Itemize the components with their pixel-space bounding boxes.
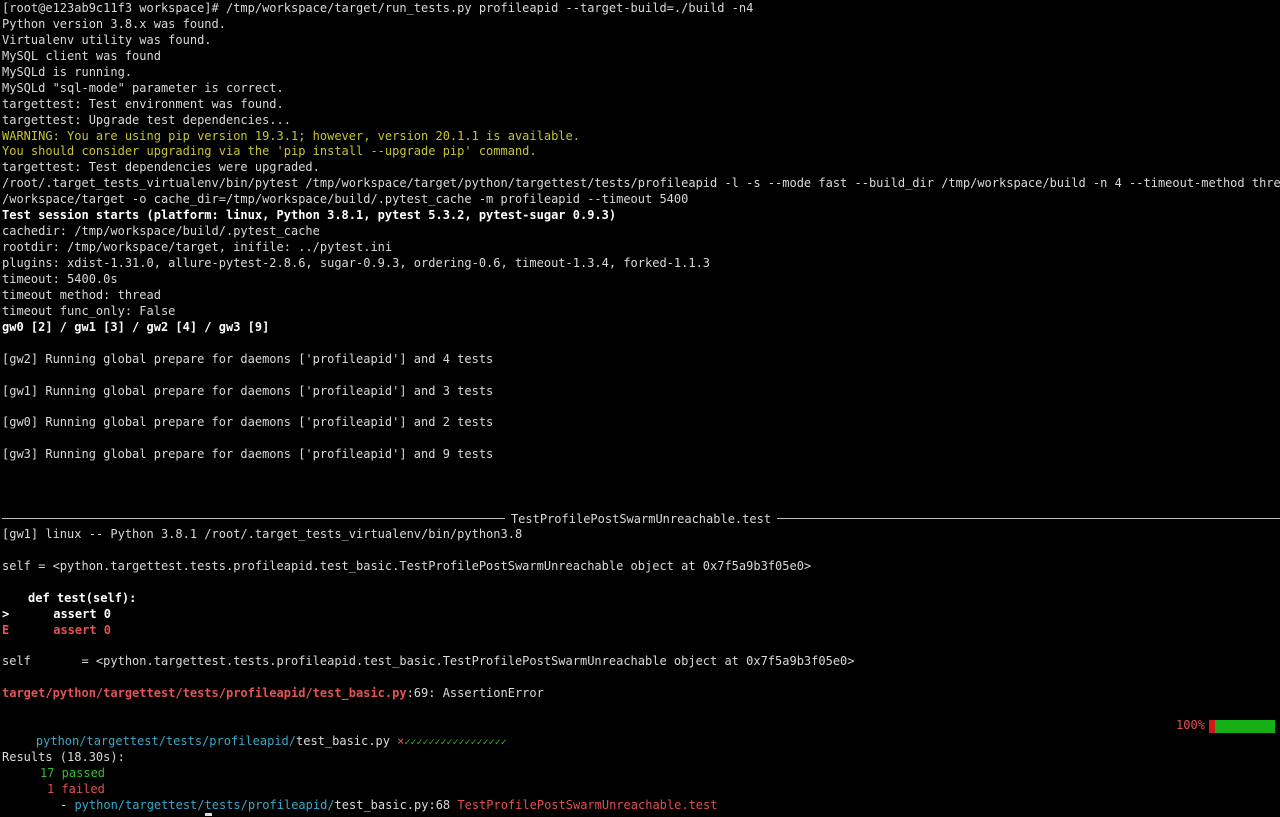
session-info: cachedir: /tmp/workspace/build/.pytest_c… xyxy=(2,224,320,239)
assert-error: assert 0 xyxy=(53,622,112,637)
session-info: timeout: 5400.0s xyxy=(2,271,118,286)
progress-row: python/targettest/tests/profileapid/test… xyxy=(2,718,1280,748)
pytest-command-line-2: /workspace/target -o cache_dir=/tmp/work… xyxy=(2,192,689,207)
progress-bar-pass-segment xyxy=(1215,720,1275,734)
check-line: Virtualenv utility was found. xyxy=(2,32,212,47)
error-location-line: target/python/targettest/tests/profileap… xyxy=(2,686,1280,702)
session-start: Test session starts (platform: linux, Py… xyxy=(2,208,617,223)
check-line: MySQLd is running. xyxy=(2,64,133,79)
prepare-line: [gw3] Running global prepare for daemons… xyxy=(2,447,494,462)
error-location: target/python/targettest/tests/profileap… xyxy=(2,686,407,701)
terminal-window[interactable]: [root@e123ab9c11f3 workspace]# /tmp/work… xyxy=(0,0,1280,817)
session-info: timeout func_only: False xyxy=(2,303,176,318)
prepare-line: [gw1] Running global prepare for daemons… xyxy=(2,383,494,398)
check-line: MySQL client was found xyxy=(2,48,161,63)
failed-item: - python/targettest/tests/profileapid/te… xyxy=(2,798,1280,814)
session-info: timeout method: thread xyxy=(2,287,161,302)
failed-item-file: test_basic.py:68 xyxy=(334,797,451,812)
check-line: Python version 3.8.x was found. xyxy=(2,16,226,31)
prepare-line: [gw0] Running global prepare for daemons… xyxy=(2,415,494,430)
current-line: > assert 0 xyxy=(2,607,1280,623)
error-suffix: :69: AssertionError xyxy=(406,686,544,701)
self-repr: self = <python.targettest.tests.profilea… xyxy=(2,558,812,573)
session-info: plugins: xdist-1.31.0, allure-pytest-2.8… xyxy=(2,256,711,270)
prepare-line: [gw2] Running global prepare for daemons… xyxy=(2,351,494,366)
error-line: Eassert 0 xyxy=(2,623,1280,639)
progress-pass-marks: ✓✓✓✓✓✓✓✓✓✓✓✓✓✓✓✓✓ xyxy=(404,737,507,749)
failed-count: 1 failed xyxy=(47,781,105,796)
pip-warning: WARNING: You are using pip version 19.3.… xyxy=(2,128,580,143)
separator-rule-right xyxy=(777,518,1280,520)
locals-self: self = <python.targettest.tests.profilea… xyxy=(2,654,855,669)
failed-item-dash: - xyxy=(60,797,75,812)
progress-path: python/targettest/tests/profileapid/ xyxy=(35,734,296,749)
passed-count: 17 passed xyxy=(40,766,106,780)
failed-item-path: python/targettest/tests/profileapid/ xyxy=(74,797,335,812)
pytest-command-line-1: /root/.target_tests_virtualenv/bin/pytes… xyxy=(2,176,1280,191)
failure-header: TestProfilePostSwarmUnreachable.test xyxy=(510,511,772,526)
progress-bar xyxy=(1209,720,1275,734)
failure-separator: TestProfilePostSwarmUnreachable.test xyxy=(2,511,1280,527)
workers-line: gw0 [2] / gw1 [3] / gw2 [4] / gw3 [9] xyxy=(2,319,270,334)
progress-file: test_basic.py xyxy=(296,734,390,749)
progress-percent: 100% xyxy=(1176,718,1205,733)
results-header: Results (18.30s): xyxy=(2,750,125,765)
separator-rule-left xyxy=(2,518,505,520)
def-line: def test(self): xyxy=(28,590,137,605)
deps-upgraded: targettest: Test dependencies were upgra… xyxy=(2,160,320,175)
command-prompt: [root@e123ab9c11f3 workspace]# /tmp/work… xyxy=(2,1,754,15)
worker-python-line: [gw1] linux -- Python 3.8.1 /root/.targe… xyxy=(2,526,523,541)
session-info: rootdir: /tmp/workspace/target, inifile:… xyxy=(2,240,393,255)
pip-upgrade-hint: You should consider upgrading via the 'p… xyxy=(2,144,537,159)
text-cursor xyxy=(205,813,212,816)
check-line: MySQLd "sql-mode" parameter is correct. xyxy=(2,80,284,95)
assert-current: assert 0 xyxy=(53,606,112,621)
failed-item-test: TestProfilePostSwarmUnreachable.test xyxy=(457,797,718,812)
check-line: targettest: Upgrade test dependencies... xyxy=(2,112,291,127)
check-line: targettest: Test environment was found. xyxy=(2,96,284,111)
